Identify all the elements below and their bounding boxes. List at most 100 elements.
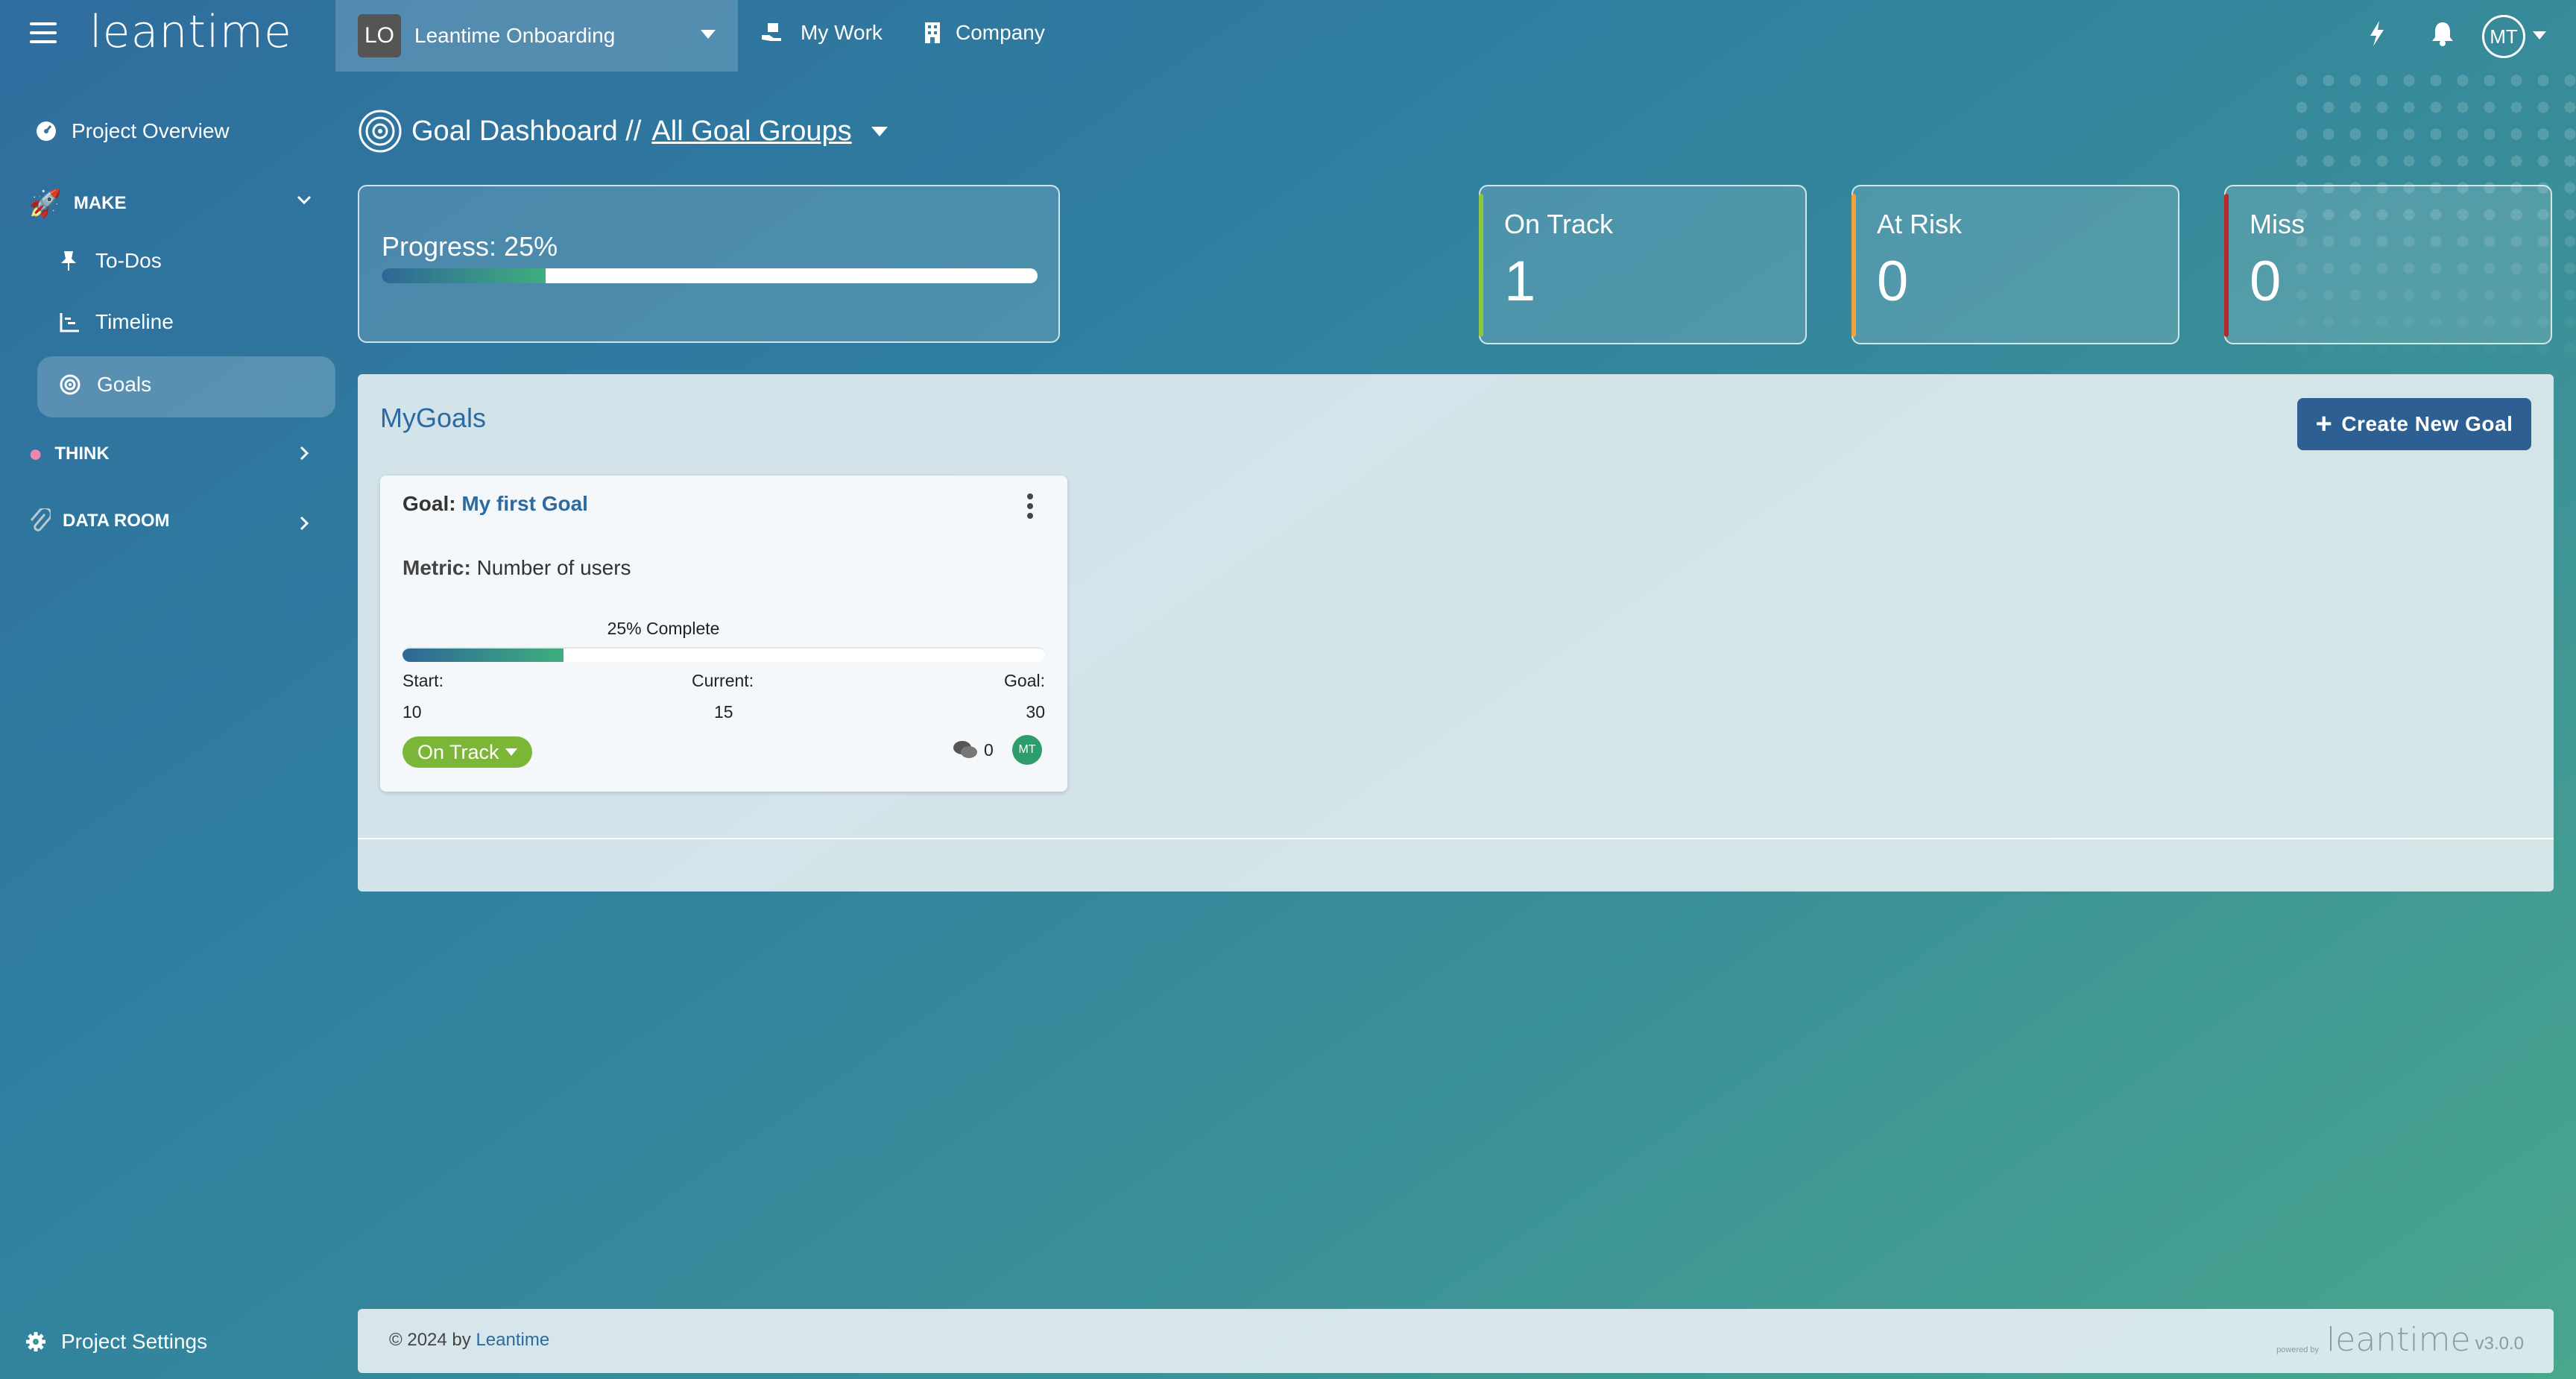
plus-icon: + — [2315, 408, 2333, 440]
status-indicator — [1852, 194, 1856, 337]
more-options-icon[interactable] — [1027, 493, 1033, 523]
create-goal-button[interactable]: + Create New Goal — [2297, 398, 2531, 450]
metric-prefix: Metric: — [402, 556, 471, 579]
stat-label: On Track — [1504, 209, 1614, 239]
paperclip-icon — [30, 508, 51, 531]
stat-label: At Risk — [1877, 209, 1963, 239]
chevron-down-icon[interactable] — [871, 126, 888, 136]
copyright: © 2024 by Leantime — [389, 1330, 549, 1351]
goal-group-filter[interactable]: All Goal Groups — [651, 116, 851, 148]
comments-link[interactable]: 0 — [953, 739, 994, 760]
rocket-icon: 🚀 — [28, 188, 62, 218]
stat-card-at-risk: At Risk 0 — [1852, 185, 2179, 344]
footer: © 2024 by Leantime powered by leantime v… — [358, 1309, 2554, 1373]
current-label: Current: — [692, 671, 754, 690]
app-logo[interactable]: leantime — [89, 6, 292, 58]
hand-box-icon — [762, 23, 781, 41]
copyright-text: © 2024 by — [389, 1330, 471, 1350]
gauge-icon — [37, 122, 56, 141]
project-badge: LO — [358, 14, 401, 57]
footer-logo[interactable]: leantime — [2326, 1321, 2471, 1359]
sidebar-group-label: DATA ROOM — [63, 511, 170, 531]
current-value: 15 — [714, 702, 733, 722]
stat-value: 1 — [1504, 250, 1536, 313]
progress-label: Progress: 25% — [382, 231, 558, 262]
sidebar-item-label: To-Dos — [95, 249, 162, 272]
page-title-text: Goal Dashboard // — [411, 115, 642, 147]
progress-card: Progress: 25% — [358, 185, 1060, 343]
chevron-down-icon — [701, 30, 716, 39]
powered-by: powered by leantime v3.0.0 — [2276, 1321, 2524, 1359]
goal-target-label: Goal: — [1004, 671, 1045, 690]
chevron-right-icon[interactable] — [300, 446, 310, 461]
sidebar-item-label: Goals — [97, 373, 152, 396]
stat-card-on-track: On Track 1 — [1479, 185, 1807, 344]
stat-value: 0 — [1877, 250, 1909, 313]
goal-link[interactable]: My first Goal — [461, 492, 588, 515]
page-title: Goal Dashboard // All Goal Groups — [358, 109, 888, 154]
goal-progress-bar — [402, 647, 1045, 662]
stat-label: Miss — [2250, 209, 2305, 239]
section-title: MyGoals — [380, 403, 487, 433]
stat-value: 0 — [2250, 250, 2282, 313]
comments-icon — [953, 741, 977, 758]
sidebar-item-timeline[interactable]: Timeline — [60, 310, 174, 334]
sidebar-item-project-overview[interactable]: Project Overview — [36, 119, 230, 143]
goal-title: Goal: My first Goal — [402, 492, 588, 516]
sidebar-group-label: MAKE — [73, 193, 127, 213]
sidebar-group-make[interactable]: 🚀 MAKE — [28, 188, 127, 219]
progress-bar-fill — [382, 268, 546, 283]
brain-icon: ● — [28, 440, 43, 467]
assignee-avatar[interactable]: MT — [1012, 735, 1042, 765]
nav-my-work[interactable]: My Work — [760, 21, 883, 45]
sidebar-item-todos[interactable]: To-Dos — [60, 249, 162, 273]
nav-company[interactable]: Company — [924, 21, 1045, 45]
chevron-down-icon[interactable] — [297, 195, 312, 206]
chevron-right-icon[interactable] — [300, 516, 310, 531]
metric-value: Number of users — [476, 556, 631, 579]
comment-count: 0 — [984, 739, 994, 760]
start-label: Start: — [402, 671, 443, 690]
goal-card: Goal: My first Goal Metric: Number of us… — [380, 476, 1067, 792]
version: v3.0.0 — [2475, 1334, 2524, 1354]
lightning-icon[interactable] — [2369, 21, 2385, 46]
status-dropdown[interactable]: On Track — [402, 736, 532, 768]
sidebar-group-label: THINK — [54, 443, 110, 464]
project-settings-link[interactable]: Project Settings — [25, 1330, 207, 1354]
create-goal-label: Create New Goal — [2341, 412, 2513, 435]
status-indicator — [1479, 194, 1483, 337]
progress-bar — [382, 268, 1038, 283]
goal-target-value: 30 — [1026, 702, 1045, 722]
goal-metric: Metric: Number of users — [402, 556, 631, 580]
powered-by-label: powered by — [2276, 1345, 2320, 1354]
sidebar-group-think[interactable]: ● THINK — [28, 440, 110, 467]
project-name: Leantime Onboarding — [414, 24, 616, 47]
top-header: leantime LO Leantime Onboarding My Work … — [0, 0, 2576, 72]
panel-divider — [358, 838, 2554, 839]
goal-prefix: Goal: — [402, 492, 456, 515]
company-link[interactable]: Leantime — [476, 1330, 549, 1350]
chevron-down-icon[interactable] — [2533, 31, 2546, 40]
sidebar-group-data-room[interactable]: DATA ROOM — [28, 508, 170, 534]
bullseye-icon — [60, 374, 80, 395]
gear-icon — [26, 1332, 45, 1351]
chart-timeline-icon — [60, 313, 79, 332]
building-icon — [925, 22, 940, 43]
pin-icon — [61, 251, 76, 271]
sidebar-item-goals[interactable]: Goals — [60, 373, 151, 397]
goal-progress-fill — [402, 649, 564, 662]
sidebar-item-label: Timeline — [95, 310, 174, 333]
project-selector[interactable]: LO Leantime Onboarding — [335, 0, 738, 72]
goals-panel: MyGoals + Create New Goal Goal: My first… — [358, 374, 2554, 892]
bell-icon[interactable] — [2431, 21, 2454, 46]
stat-card-miss: Miss 0 — [2224, 185, 2552, 344]
bullseye-icon — [359, 110, 402, 153]
status-label: On Track — [417, 740, 499, 763]
nav-my-work-label: My Work — [801, 21, 883, 44]
menu-toggle-icon[interactable] — [30, 22, 57, 46]
user-avatar[interactable]: MT — [2482, 15, 2525, 58]
chevron-down-icon — [505, 748, 517, 756]
goal-complete-label: 25% Complete — [607, 619, 720, 638]
sidebar-item-label: Project Overview — [72, 119, 230, 142]
start-value: 10 — [402, 702, 422, 722]
